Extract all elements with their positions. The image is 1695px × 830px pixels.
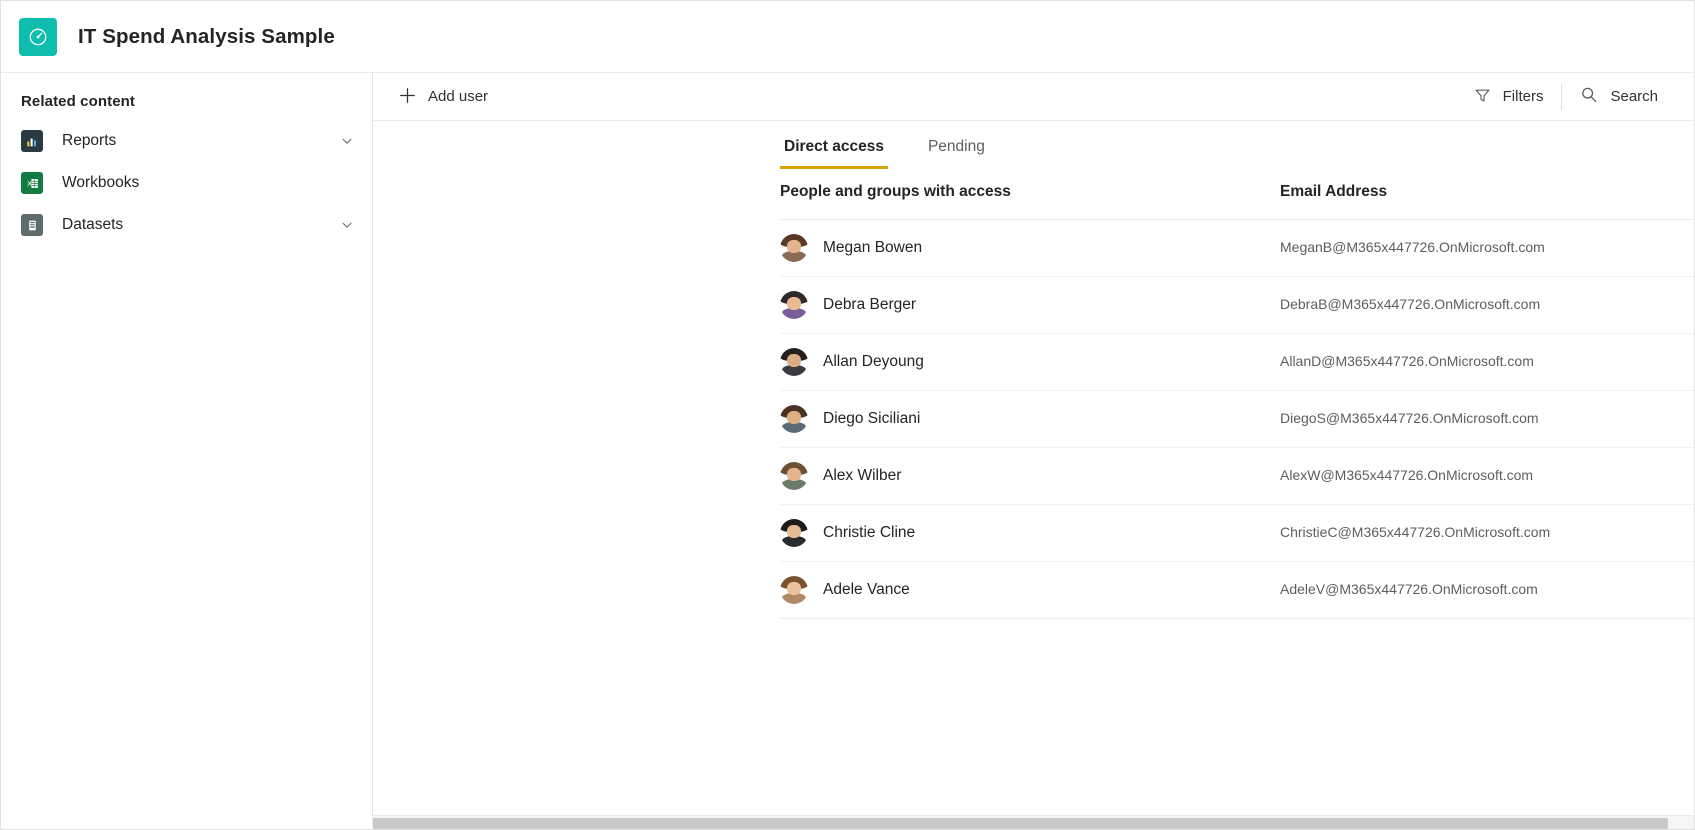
sidebar-heading: Related content [21, 93, 136, 110]
email-address: ChristieC@M365x447726.OnMicrosoft.com [1280, 524, 1551, 540]
table-row[interactable]: Debra Berger DebraB@M365x447726.OnMicroso… [780, 276, 1694, 334]
avatar [780, 462, 808, 490]
avatar [780, 234, 808, 262]
command-bar-divider [1561, 83, 1563, 110]
person-name: Allan Deyoung [823, 353, 924, 370]
table-row[interactable]: Alex Wilber AlexW@M365x447726.OnMicrosoft… [780, 447, 1694, 505]
add-user-button[interactable]: Add user [389, 77, 498, 117]
table-header: People and groups with access Email Addr… [780, 169, 1694, 220]
table-row[interactable]: Christie Cline ChristieC@M365x447726.OnMi… [780, 504, 1694, 562]
table-row[interactable]: Diego Siciliani DiegoS@M365x447726.OnMicr… [780, 390, 1694, 448]
search-label: Search [1610, 88, 1658, 105]
cell-email: MeganB@M365x447726.OnMicrosoft.com [1280, 219, 1694, 277]
filter-icon [1474, 87, 1491, 107]
email-address: AdeleV@M365x447726.OnMicrosoft.com [1280, 581, 1538, 597]
cell-person: Allan Deyoung [780, 333, 1280, 391]
table-row[interactable]: Adele Vance AdeleV@M365x447726.OnMicrosof… [780, 561, 1694, 619]
person-name: Diego Siciliani [823, 410, 921, 427]
access-table: People and groups with access Email Addr… [780, 169, 1694, 619]
avatar [780, 576, 808, 604]
cell-email: DebraB@M365x447726.OnMicrosoft.com [1280, 276, 1694, 334]
cell-email: DiegoS@M365x447726.OnMicrosoft.com [1280, 390, 1694, 448]
column-header-people: People and groups with access [780, 169, 1280, 220]
person: Alex Wilber [780, 462, 1280, 490]
cell-person: Christie Cline [780, 504, 1280, 562]
person-name: Debra Berger [823, 296, 917, 313]
person-name: Alex Wilber [823, 467, 902, 484]
horizontal-scrollbar[interactable] [373, 815, 1694, 829]
email-address: AlexW@M365x447726.OnMicrosoft.com [1280, 467, 1534, 483]
email-address: DiegoS@M365x447726.OnMicrosoft.com [1280, 410, 1539, 426]
cell-person: Megan Bowen [780, 219, 1280, 277]
excel-icon: X [21, 172, 43, 194]
table-row[interactable]: Allan Deyoung AllanD@M365x447726.OnMicros… [780, 333, 1694, 391]
sidebar-item-reports[interactable]: Reports [1, 120, 372, 162]
sidebar: Related content Reports X Workbooks Data… [1, 73, 373, 829]
email-address: MeganB@M365x447726.OnMicrosoft.com [1280, 239, 1545, 255]
filters-button[interactable]: Filters [1464, 77, 1554, 117]
svg-text:X: X [27, 181, 31, 187]
table-body: Megan Bowen MeganB@M365x447726.OnMicrosof… [780, 219, 1694, 619]
avatar [780, 519, 808, 547]
command-bar: Add user Filters Search [373, 73, 1694, 121]
access-table-container: People and groups with access Email Addr… [373, 169, 1694, 829]
person: Adele Vance [780, 576, 1280, 604]
person-name: Megan Bowen [823, 239, 923, 256]
plus-icon [399, 87, 416, 107]
sidebar-item-label: Reports [62, 132, 117, 149]
chevron-down-icon[interactable] [340, 134, 354, 148]
sidebar-item-datasets[interactable]: Datasets [1, 204, 372, 246]
table-row[interactable]: Megan Bowen MeganB@M365x447726.OnMicrosof… [780, 219, 1694, 277]
cell-email: AdeleV@M365x447726.OnMicrosoft.com [1280, 561, 1694, 619]
bar-chart-icon [21, 130, 43, 152]
sidebar-item-label: Workbooks [62, 174, 140, 191]
avatar [780, 348, 808, 376]
cell-email: AllanD@M365x447726.OnMicrosoft.com [1280, 333, 1694, 391]
cell-person: Diego Siciliani [780, 390, 1280, 448]
person-name: Christie Cline [823, 524, 916, 541]
body: Related content Reports X Workbooks Data… [1, 73, 1694, 829]
scrollbar-thumb[interactable] [373, 818, 1668, 829]
email-address: DebraB@M365x447726.OnMicrosoft.com [1280, 296, 1541, 312]
avatar [780, 291, 808, 319]
email-address: AllanD@M365x447726.OnMicrosoft.com [1280, 353, 1534, 369]
person: Christie Cline [780, 519, 1280, 547]
person-name: Adele Vance [823, 581, 910, 598]
search-icon [1580, 86, 1598, 107]
cell-email: ChristieC@M365x447726.OnMicrosoft.com [1280, 504, 1694, 562]
gauge-icon [19, 17, 57, 56]
cell-person: Adele Vance [780, 561, 1280, 619]
share-dialog: IT Spend Analysis Sample Related content… [0, 0, 1695, 830]
sidebar-item-label: Datasets [62, 216, 124, 233]
sidebar-item-workbooks[interactable]: X Workbooks [1, 162, 372, 204]
search-button[interactable]: Search [1570, 77, 1668, 117]
main-panel: Add user Filters Search Direct access Pe… [373, 73, 1694, 829]
tab-pending[interactable]: Pending [924, 138, 989, 169]
person: Allan Deyoung [780, 348, 1280, 376]
person: Megan Bowen [780, 234, 1280, 262]
table-header-row: People and groups with access Email Addr… [780, 169, 1694, 220]
command-bar-right: Filters Search [1464, 77, 1694, 117]
cell-person: Debra Berger [780, 276, 1280, 334]
page-title: IT Spend Analysis Sample [78, 24, 335, 48]
cell-email: AlexW@M365x447726.OnMicrosoft.com [1280, 447, 1694, 505]
app-header: IT Spend Analysis Sample [1, 1, 1694, 73]
column-header-email: Email Address [1280, 169, 1694, 220]
tab-direct-access[interactable]: Direct access [780, 138, 888, 169]
person: Diego Siciliani [780, 405, 1280, 433]
add-user-label: Add user [428, 88, 489, 105]
avatar [780, 405, 808, 433]
chevron-down-icon[interactable] [340, 218, 354, 232]
filters-label: Filters [1502, 88, 1544, 105]
tab-list: Direct access Pending [373, 121, 1694, 169]
database-icon [21, 214, 43, 236]
person: Debra Berger [780, 291, 1280, 319]
cell-person: Alex Wilber [780, 447, 1280, 505]
